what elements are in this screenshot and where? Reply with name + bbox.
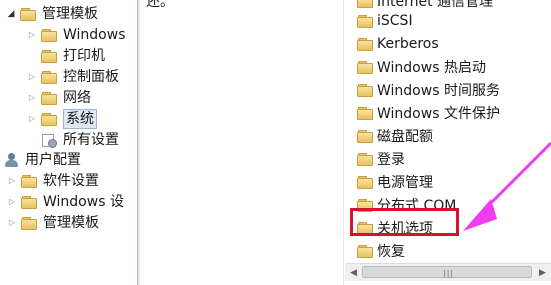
list-item-label: Windows 热启动 xyxy=(377,59,486,76)
list-item-recovery[interactable]: 恢复 xyxy=(357,239,405,262)
highlight-box-annotation xyxy=(350,208,459,236)
folder-icon xyxy=(357,37,373,51)
tree-item-user-admin-templates[interactable]: ▷ 管理模板 xyxy=(7,212,99,234)
folder-icon xyxy=(357,129,373,143)
folder-icon xyxy=(357,14,373,28)
expand-arrow-icon[interactable]: ▷ xyxy=(27,87,37,109)
list-item-label: 登录 xyxy=(377,151,405,168)
settings-icon xyxy=(41,133,57,148)
tree-item-windows-settings[interactable]: ▷ Windows 设 xyxy=(7,191,124,213)
tree-item-label: 管理模板 xyxy=(43,215,99,231)
column-divider xyxy=(343,0,344,285)
tree-item-system[interactable]: ▷ 系统 xyxy=(27,108,97,130)
folder-icon xyxy=(357,0,373,8)
tree-item-printers[interactable]: 打印机 xyxy=(41,45,105,67)
list-item-disk-quota[interactable]: 磁盘配额 xyxy=(357,124,433,147)
expand-arrow-icon[interactable]: ◢ xyxy=(6,3,16,25)
folder-icon xyxy=(20,8,36,21)
folder-icon xyxy=(357,175,373,189)
tree-item-user-config[interactable]: 用户配置 xyxy=(4,149,81,171)
settings-list: Internet 通信管理 iSCSI Kerberos Windows 热启动… xyxy=(345,0,551,285)
scroll-thumb[interactable]: ||| xyxy=(362,266,532,278)
horizontal-scrollbar[interactable]: ◀ ||| ▶ xyxy=(345,263,551,281)
expand-arrow-icon[interactable]: ▷ xyxy=(27,66,37,88)
tree-item-windows[interactable]: ▷ Windows xyxy=(27,24,126,46)
user-icon xyxy=(4,152,20,168)
tree-item-software-settings[interactable]: ▷ 软件设置 xyxy=(7,170,99,192)
tree-item-label: 管理模板 xyxy=(42,6,98,22)
list-item-logon[interactable]: 登录 xyxy=(357,147,405,170)
tree-item-label: 网络 xyxy=(63,90,91,106)
folder-icon xyxy=(41,29,57,42)
list-item-label: Kerberos xyxy=(377,35,439,52)
tree-item-label: Windows xyxy=(63,27,126,43)
scroll-right-arrow-icon[interactable]: ▶ xyxy=(534,264,551,281)
folder-icon xyxy=(21,175,37,188)
scroll-left-arrow-icon[interactable]: ◀ xyxy=(345,264,362,281)
list-item-windows-file-protection[interactable]: Windows 文件保护 xyxy=(357,101,500,124)
folder-icon xyxy=(21,196,37,209)
folder-icon xyxy=(357,60,373,74)
list-item-windows-time-service[interactable]: Windows 时间服务 xyxy=(357,78,500,101)
folder-icon xyxy=(41,71,57,84)
tree-item-admin-templates[interactable]: ◢ 管理模板 xyxy=(6,3,98,25)
tree-item-label: 控制面板 xyxy=(63,69,119,85)
tree-item-label: 打印机 xyxy=(63,48,105,64)
folder-icon xyxy=(357,83,373,97)
list-item-iscsi[interactable]: iSCSI xyxy=(357,9,413,32)
navigation-tree: ◢ 管理模板 ▷ Windows 打印机 ▷ 控制面板 ▷ 网络 ▷ 系统 所有… xyxy=(0,0,137,285)
folder-icon xyxy=(41,50,57,63)
folder-icon xyxy=(21,217,37,230)
expand-arrow-icon[interactable]: ▷ xyxy=(7,170,17,192)
expand-arrow-icon[interactable]: ▷ xyxy=(7,212,17,234)
tree-item-label: 所有设置 xyxy=(63,132,119,148)
folder-icon xyxy=(41,92,57,105)
tree-item-label: Windows 设 xyxy=(43,194,124,210)
tree-item-control-panel[interactable]: ▷ 控制面板 xyxy=(27,66,119,88)
expand-arrow-icon[interactable]: ▷ xyxy=(27,108,37,130)
tree-item-label: 软件设置 xyxy=(43,173,99,189)
list-item-label: Windows 时间服务 xyxy=(377,82,500,99)
list-item-label: 恢复 xyxy=(377,243,405,260)
scroll-grip-icon: ||| xyxy=(443,269,455,278)
tree-item-label: 用户配置 xyxy=(25,152,81,168)
description-pane: 还。 xyxy=(140,0,345,285)
list-item-power-management[interactable]: 电源管理 xyxy=(357,170,433,193)
folder-icon xyxy=(357,152,373,166)
list-item-label: iSCSI xyxy=(377,12,413,29)
tree-item-network[interactable]: ▷ 网络 xyxy=(27,87,91,109)
folder-icon xyxy=(41,113,57,126)
description-text: 还。 xyxy=(146,0,174,10)
list-item-label: 电源管理 xyxy=(377,174,433,191)
list-item-windows-hot-start[interactable]: Windows 热启动 xyxy=(357,55,486,78)
list-item-kerberos[interactable]: Kerberos xyxy=(357,32,439,55)
folder-icon xyxy=(357,106,373,120)
expand-arrow-icon[interactable]: ▷ xyxy=(7,191,17,213)
list-item-label: 磁盘配额 xyxy=(377,128,433,145)
expand-arrow-icon[interactable]: ▷ xyxy=(27,24,37,46)
list-item-label: Windows 文件保护 xyxy=(377,105,500,122)
folder-icon xyxy=(357,244,373,258)
tree-item-all-settings[interactable]: 所有设置 xyxy=(41,129,119,151)
tree-item-label: 系统 xyxy=(63,109,97,129)
